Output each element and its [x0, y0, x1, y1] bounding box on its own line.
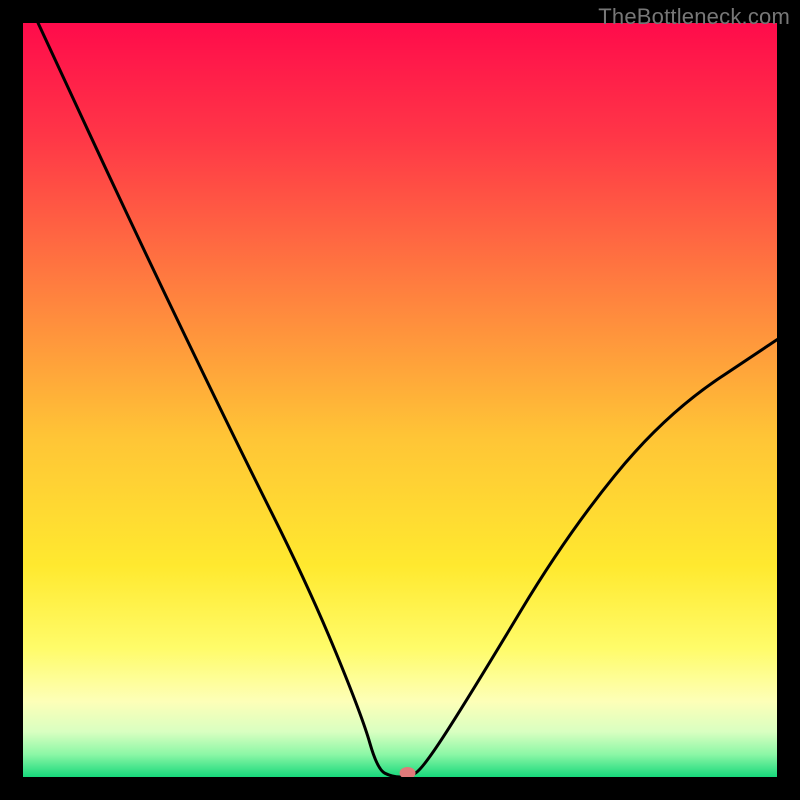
chart-frame: TheBottleneck.com	[0, 0, 800, 800]
bottleneck-chart	[23, 23, 777, 777]
watermark-text: TheBottleneck.com	[598, 4, 790, 30]
plot-background	[23, 23, 777, 777]
